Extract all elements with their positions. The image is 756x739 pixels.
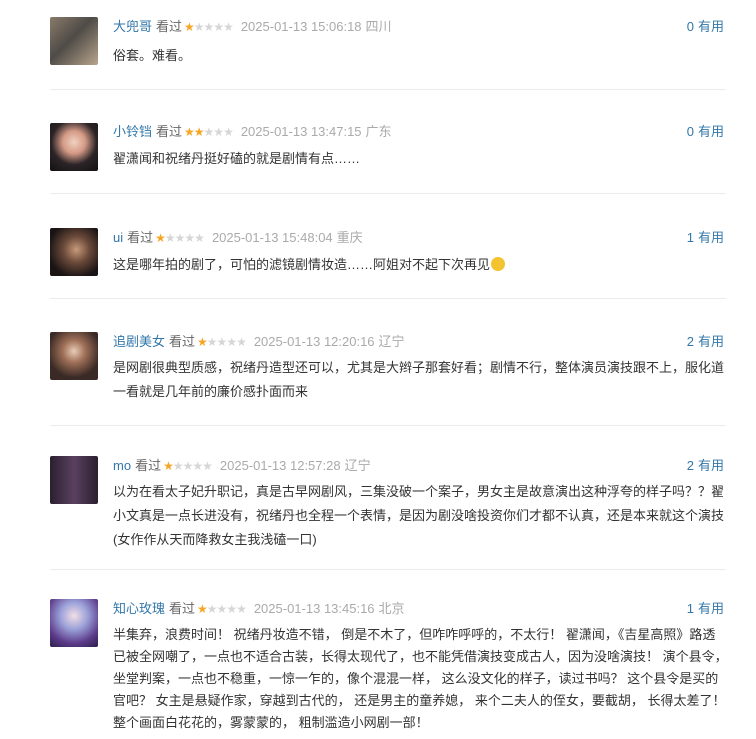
- watched-label: 看过: [156, 124, 183, 139]
- comment-time: 2025-01-13 12:20:16: [253, 334, 375, 349]
- useful-count: 0: [686, 124, 694, 139]
- star-icon: ★★★★: [193, 20, 234, 34]
- star-icon: ★★★: [203, 125, 234, 139]
- useful-count: 0: [686, 19, 694, 34]
- comment-location: 辽宁: [344, 458, 371, 473]
- comment-location: 北京: [378, 601, 405, 616]
- divider: [50, 193, 726, 194]
- username-link[interactable]: 知心玫瑰: [113, 599, 165, 619]
- watched-label: 看过: [156, 19, 183, 34]
- avatar[interactable]: [50, 599, 98, 647]
- watched-label: 看过: [169, 601, 196, 616]
- comment-meta: ui 看过 ★★★★★ 2025-01-13 15:48:04 重庆: [113, 228, 363, 248]
- comment-time: 2025-01-13 12:57:28: [219, 458, 341, 473]
- username-link[interactable]: mo: [113, 456, 131, 476]
- comment-text-body: 这是哪年拍的剧了，可怕的滤镜剧情妆造……阿姐对不起下次再见: [113, 257, 491, 272]
- useful-count: 2: [686, 458, 694, 473]
- star-icon: ★★★★: [164, 231, 205, 245]
- username-link[interactable]: 追剧美女: [113, 332, 165, 352]
- useful-label: 有用: [697, 601, 724, 616]
- useful-vote-button[interactable]: 1 有用: [687, 228, 724, 248]
- star-icon: ★: [155, 231, 166, 245]
- comment-text: 是网剧很典型质感，祝绪丹造型还可以，尤其是大辫子那套好看；剧情不行，整体演员演技…: [113, 360, 725, 399]
- star-icon: ★★★★: [206, 602, 247, 616]
- useful-label: 有用: [697, 230, 724, 245]
- rating-stars: ★★★★★: [155, 228, 205, 248]
- comment-meta: 小铃铛 看过 ★★★★★ 2025-01-13 13:47:15 广东: [113, 122, 392, 142]
- star-icon: ★★: [184, 125, 204, 139]
- comment-meta: 知心玫瑰 看过 ★★★★★ 2025-01-13 13:45:16 北京: [113, 599, 405, 619]
- avatar[interactable]: [50, 228, 98, 276]
- useful-count: 2: [686, 334, 694, 349]
- comment-location: 重庆: [336, 230, 363, 245]
- useful-vote-button[interactable]: 2 有用: [687, 456, 724, 476]
- comment-meta: mo 看过 ★★★★★ 2025-01-13 12:57:28 辽宁: [113, 456, 371, 476]
- watched-label: 看过: [135, 458, 162, 473]
- useful-vote-button[interactable]: 2 有用: [687, 332, 724, 352]
- comment-text: 翟潇闻和祝绪丹挺好磕的就是剧情有点……: [113, 151, 361, 166]
- divider: [50, 569, 726, 570]
- username-link[interactable]: ui: [113, 228, 123, 248]
- comment-location: 辽宁: [378, 334, 405, 349]
- useful-count: 1: [686, 230, 694, 245]
- star-icon: ★: [184, 20, 195, 34]
- comment-meta: 大兜哥 看过 ★★★★★ 2025-01-13 15:06:18 四川: [113, 17, 392, 37]
- useful-vote-button[interactable]: 0 有用: [687, 17, 724, 37]
- comment-text: 这是哪年拍的剧了，可怕的滤镜剧情妆造……阿姐对不起下次再见: [113, 253, 728, 277]
- comment-text: 半集弃，浪费时间！ 祝绪丹妆造不错， 倒是不木了，但咋咋呼呼的，不太行！ 翟潇闻…: [113, 627, 728, 730]
- useful-label: 有用: [697, 124, 724, 139]
- divider: [50, 89, 726, 90]
- comment-text: 以为在看太子妃升职记，真是古早网剧风，三集没破一个案子，男女主是故意演出这种浮夸…: [113, 484, 725, 547]
- comment-time: 2025-01-13 15:48:04: [211, 230, 333, 245]
- useful-label: 有用: [697, 19, 724, 34]
- avatar[interactable]: [50, 17, 98, 65]
- watched-label: 看过: [169, 334, 196, 349]
- comment-time: 2025-01-13 13:45:16: [253, 601, 375, 616]
- watched-label: 看过: [127, 230, 154, 245]
- rating-stars: ★★★★★: [163, 456, 213, 476]
- username-link[interactable]: 大兜哥: [113, 17, 152, 37]
- divider: [50, 298, 726, 299]
- comment-location: 四川: [365, 19, 392, 34]
- avatar[interactable]: [50, 332, 98, 380]
- divider: [50, 425, 726, 426]
- rating-stars: ★★★★★: [197, 599, 247, 619]
- star-icon: ★: [197, 335, 208, 349]
- comment-meta: 追剧美女 看过 ★★★★★ 2025-01-13 12:20:16 辽宁: [113, 332, 405, 352]
- avatar[interactable]: [50, 456, 98, 504]
- star-icon: ★★★★: [206, 335, 247, 349]
- comment-time: 2025-01-13 15:06:18: [240, 19, 362, 34]
- useful-label: 有用: [697, 458, 724, 473]
- useful-vote-button[interactable]: 0 有用: [687, 122, 724, 142]
- rating-stars: ★★★★★: [184, 122, 234, 142]
- useful-label: 有用: [697, 334, 724, 349]
- star-icon: ★: [197, 602, 208, 616]
- star-icon: ★★★★: [172, 459, 213, 473]
- avatar[interactable]: [50, 123, 98, 171]
- rating-stars: ★★★★★: [197, 332, 247, 352]
- useful-vote-button[interactable]: 1 有用: [687, 599, 724, 619]
- rating-stars: ★★★★★: [184, 17, 234, 37]
- useful-count: 1: [686, 601, 694, 616]
- username-link[interactable]: 小铃铛: [113, 122, 152, 142]
- comment-time: 2025-01-13 13:47:15: [240, 124, 362, 139]
- comment-location: 广东: [365, 124, 392, 139]
- clap-emoji-icon: [491, 257, 506, 271]
- comment-text: 俗套。难看。: [113, 48, 192, 63]
- star-icon: ★: [163, 459, 174, 473]
